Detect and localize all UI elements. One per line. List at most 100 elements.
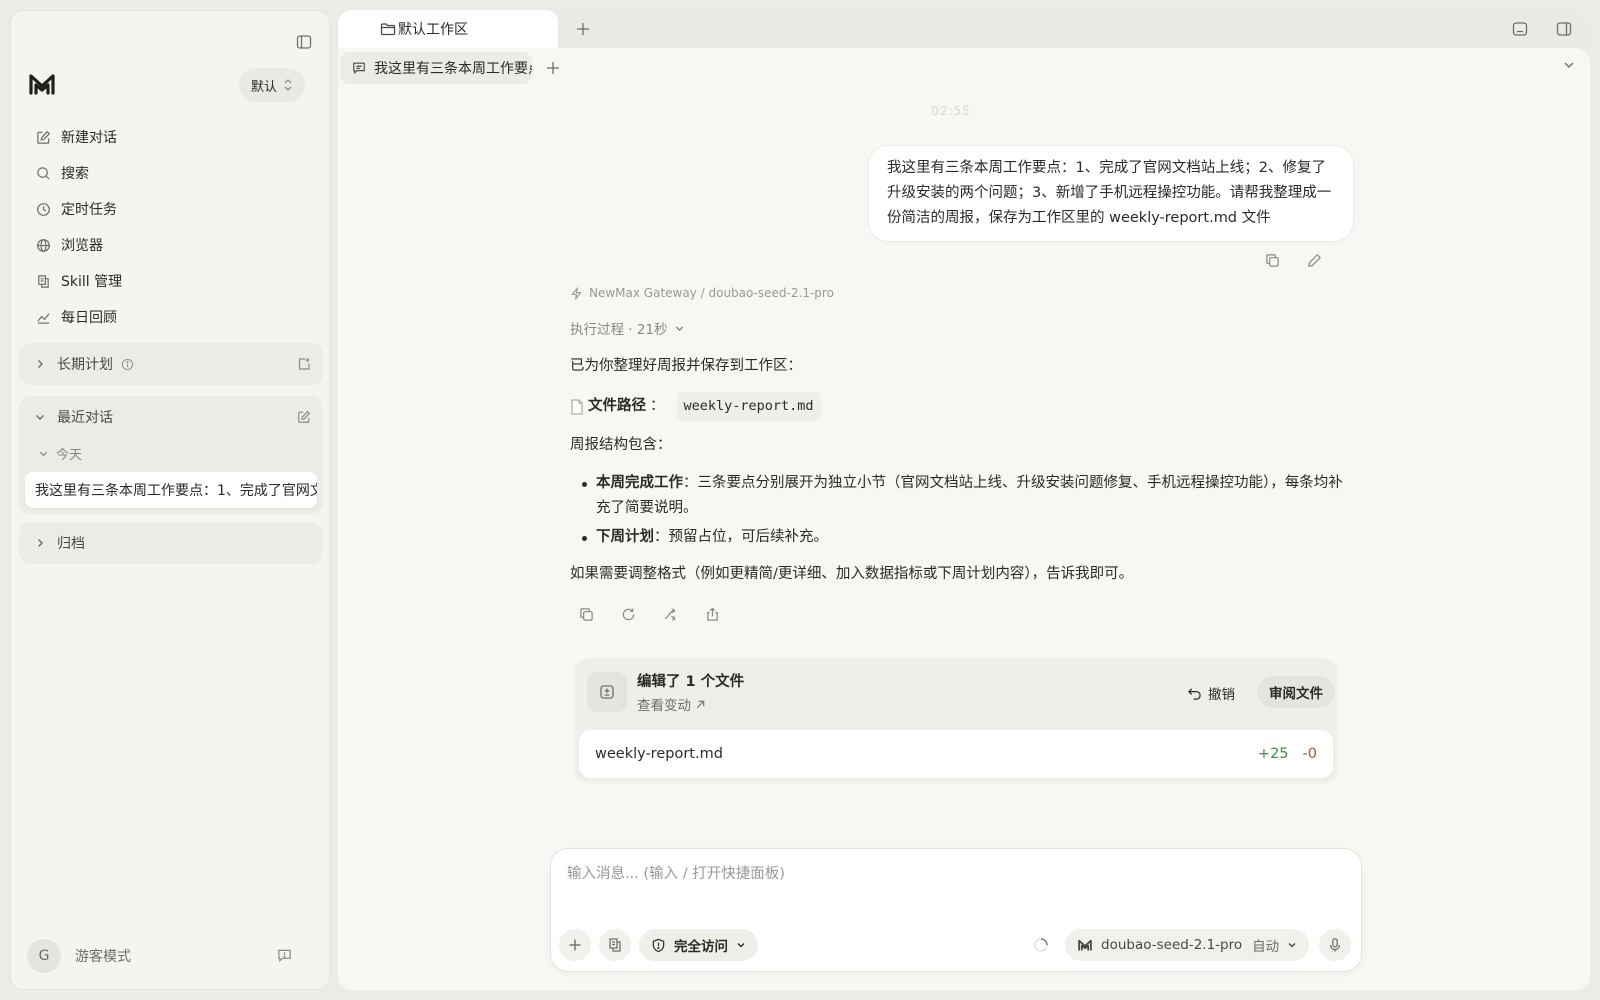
list-item-title: 本周完成工作 (596, 475, 683, 491)
undo-label: 撤销 (1208, 687, 1235, 703)
microphone-button[interactable] (1319, 929, 1351, 961)
pencil-icon[interactable] (1304, 250, 1324, 270)
skill-picker-button[interactable] (599, 929, 631, 961)
main-panel: 默认工作区 我这里有三条本周工作要点 02:55 我这里有三条本周工作要点：1、… (338, 10, 1590, 990)
section-long-term-plans: 长期计划 (19, 343, 323, 385)
list-item-separator: ： (683, 475, 698, 491)
list-item: 本周完成工作：三条要点分别展开为独立小节（官网文档站上线、升级安装问题修复、手机… (570, 471, 1350, 521)
assistant-message: 已为你整理好周报并保存到工作区： 文件路径： weekly-report.md … (570, 354, 1350, 600)
copy-icon[interactable] (576, 604, 596, 624)
conversation-tab[interactable]: 我这里有三条本周工作要点 (340, 52, 532, 84)
sidebar-item-label: 新建对话 (61, 130, 117, 146)
long-term-plans-label: 长期计划 (57, 357, 113, 373)
new-conversation-icon[interactable] (297, 410, 311, 424)
add-workspace-icon[interactable] (572, 18, 594, 40)
view-changes-link[interactable]: 查看变动 (637, 694, 706, 714)
structure-label: 周报结构包含： (570, 437, 672, 453)
sidebar-item-daily-review[interactable]: 每日回顾 (25, 299, 317, 335)
changed-file-name: weekly-report.md (595, 746, 723, 762)
list-item-separator: ： (654, 529, 669, 545)
undo-icon (1187, 686, 1202, 701)
recent-conversations-label: 最近对话 (57, 410, 113, 426)
add-plan-icon[interactable] (297, 357, 311, 371)
lightning-icon (570, 286, 583, 300)
file-path-line: 文件路径： weekly-report.md (570, 392, 1350, 421)
archive-label: 归档 (57, 536, 85, 552)
review-file-button[interactable]: 审阅文件 (1257, 676, 1335, 708)
model-logo-icon (1077, 937, 1093, 953)
add-attachment-button[interactable] (559, 929, 591, 961)
add-conversation-icon[interactable] (542, 57, 564, 79)
chart-icon (35, 309, 51, 325)
shield-icon (651, 938, 666, 953)
folder-icon (380, 21, 396, 37)
file-diff-icon (587, 672, 627, 712)
edit-icon (35, 129, 51, 145)
model-info-label: NewMax Gateway / doubao-seed-2.1-pro (589, 286, 834, 300)
model-select[interactable]: doubao-seed-2.1-pro 自动 (1065, 929, 1310, 961)
panel-bottom-icon[interactable] (1510, 19, 1530, 39)
copy-icon[interactable] (1262, 250, 1282, 270)
execution-process-toggle[interactable]: 执行过程 · 21秒 (570, 318, 685, 338)
avatar: G (27, 939, 61, 973)
undo-button[interactable]: 撤销 (1187, 683, 1235, 703)
answer-closing: 如果需要调整格式（例如更精简/更详细、加入数据指标或下周计划内容），告诉我即可。 (570, 566, 1134, 582)
list-item-title: 下周计划 (596, 529, 654, 545)
section-recent-conversations: 最近对话 今天 我这里有三条本周工作要点：1、完成了官网文档站上线；2、修复了升… (19, 396, 323, 514)
feedback-icon[interactable] (277, 948, 292, 963)
chevron-right-icon (33, 538, 47, 548)
conversation-item[interactable]: 我这里有三条本周工作要点：1、完成了官网文档站上线；2、修复了升级安装的两个问题… (25, 472, 317, 508)
today-label: 今天 (56, 447, 83, 463)
list-item-text: 三条要点分别展开为独立小节（官网文档站上线、升级安装问题修复、手机远程操控功能）… (596, 475, 1343, 516)
access-mode-label: 完全访问 (674, 939, 728, 955)
arrow-up-right-icon (695, 699, 706, 710)
sidebar-nav: 新建对话 搜索 定时任务 浏览器 Skill 管理 每日回顾 (25, 119, 317, 335)
message-input[interactable] (567, 861, 1337, 887)
sidebar-item-browser[interactable]: 浏览器 (25, 227, 317, 263)
today-group-header[interactable]: 今天 (19, 438, 323, 468)
share-icon[interactable] (702, 604, 722, 624)
sidebar-item-skill-management[interactable]: Skill 管理 (25, 263, 317, 299)
sidebar-item-search[interactable]: 搜索 (25, 155, 317, 191)
sidebar-item-label: 每日回顾 (61, 310, 117, 326)
panel-right-icon[interactable] (1554, 19, 1574, 39)
sidebar-toggle-icon[interactable] (293, 31, 315, 53)
info-icon[interactable] (121, 358, 134, 371)
regenerate-icon[interactable] (618, 604, 638, 624)
recent-conversations-header[interactable]: 最近对话 (19, 396, 323, 438)
access-mode-select[interactable]: 完全访问 (639, 929, 758, 961)
sidebar-item-label: 搜索 (61, 166, 89, 182)
long-term-plans-header[interactable]: 长期计划 (19, 343, 323, 385)
view-changes-label: 查看变动 (637, 698, 691, 714)
profile-select[interactable]: 默认 (239, 68, 306, 102)
chevron-down-icon (674, 323, 685, 334)
document-icon (570, 399, 584, 415)
chevron-down-icon (33, 412, 47, 422)
fork-icon[interactable] (660, 604, 680, 624)
list-item-text: 预留占位，可后续补充。 (668, 529, 829, 545)
sidebar-item-scheduled-tasks[interactable]: 定时任务 (25, 191, 317, 227)
workspace-tab[interactable]: 默认工作区 (338, 10, 558, 48)
changed-file-row[interactable]: weekly-report.md +25 -0 (579, 730, 1333, 778)
sidebar: 默认 新建对话 搜索 定时任务 浏览器 Skill 管理 每日回顾 长期计划 最… (10, 10, 330, 990)
app-logo (27, 69, 59, 101)
execution-process-label: 执行过程 · 21秒 (570, 322, 668, 338)
chevron-down-icon (1287, 940, 1297, 950)
file-change-card: 编辑了 1 个文件 查看变动 撤销 审阅文件 weekly-report.md … (575, 658, 1337, 782)
message-composer: 完全访问 doubao-seed-2.1-pro 自动 (550, 848, 1362, 972)
model-auto-label: 自动 (1252, 939, 1280, 955)
loading-spinner-icon (1033, 937, 1049, 953)
structure-list: 本周完成工作：三条要点分别展开为独立小节（官网文档站上线、升级安装问题修复、手机… (570, 471, 1350, 550)
chevron-down-icon[interactable] (1562, 58, 1576, 72)
model-info: NewMax Gateway / doubao-seed-2.1-pro (570, 286, 834, 300)
archive-header[interactable]: 归档 (19, 522, 323, 564)
guest-profile[interactable]: G 游客模式 (27, 939, 131, 973)
globe-icon (35, 237, 51, 253)
clock-icon (35, 201, 51, 217)
sidebar-item-new-chat[interactable]: 新建对话 (25, 119, 317, 155)
deletions-count: -0 (1302, 746, 1317, 762)
sidebar-item-label: 浏览器 (61, 238, 103, 254)
sidebar-item-label: Skill 管理 (61, 274, 123, 290)
section-archive: 归档 (19, 522, 323, 564)
sidebar-item-label: 定时任务 (61, 202, 117, 218)
